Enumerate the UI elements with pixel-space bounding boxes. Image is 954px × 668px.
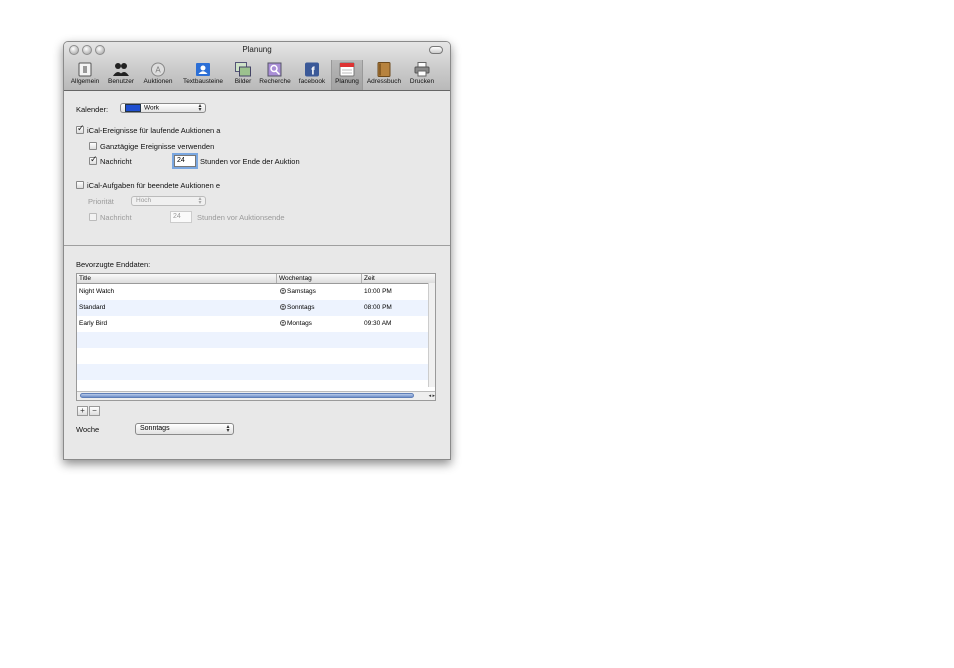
priority-popup[interactable]: Hoch ▴ ▾ <box>131 196 206 206</box>
table-row[interactable]: Standard ± Sonntags 08:00 PM <box>77 300 431 316</box>
priority-popup-value: Hoch <box>136 197 152 204</box>
search-icon <box>267 62 282 77</box>
auction-icon: A <box>151 62 165 77</box>
ical-events-checkbox[interactable]: ✓ <box>76 123 85 134</box>
add-row-button[interactable]: + <box>77 406 88 416</box>
printer-icon <box>414 62 430 77</box>
switch-icon <box>78 62 92 77</box>
toolbar-item-allgemein[interactable]: Allgemein <box>67 60 103 90</box>
table-row-empty <box>77 364 431 380</box>
table-row[interactable]: Early Bird ± Montags 09:30 AM <box>77 316 431 332</box>
svg-text:f: f <box>311 66 315 78</box>
horizontal-scroll-thumb[interactable] <box>80 393 414 398</box>
table-row-empty <box>77 332 431 348</box>
toolbar: Allgemein Benutzer A Auktionen Textbaust… <box>64 60 450 90</box>
enddates-table: Title Wochentag Zeit Night Watch ± Samsta… <box>76 273 436 401</box>
row-title: Standard <box>79 304 106 311</box>
calendar-popup[interactable]: Work ▴ ▾ <box>120 103 206 113</box>
row-weekday[interactable]: ± Samstags <box>280 284 316 300</box>
task-hours-field[interactable]: 24 <box>170 211 192 223</box>
task-hours-suffix: Stunden vor Auktionsende <box>197 213 285 222</box>
row-title: Early Bird <box>79 320 108 327</box>
preferred-enddates-label: Bevorzugte Enddaten: <box>76 260 151 269</box>
contact-card-icon <box>196 63 210 76</box>
task-notify-checkbox[interactable] <box>89 213 97 221</box>
table-header: Title Wochentag Zeit <box>77 274 435 284</box>
row-time: 08:00 PM <box>364 304 392 311</box>
event-notify-label: Nachricht <box>100 157 132 166</box>
allday-checkbox[interactable] <box>89 142 97 150</box>
ical-tasks-checkbox[interactable] <box>76 181 84 189</box>
preferences-window: Planung Allgemein Benutzer A Auktionen T… <box>63 41 451 460</box>
stepper-icon: ± <box>280 288 286 296</box>
table-row-empty <box>77 348 431 364</box>
row-weekday[interactable]: ± Sonntags <box>280 300 314 316</box>
ical-tasks-label: iCal-Aufgaben für beendete Auktionen e <box>87 181 221 190</box>
title-bar: Planung Allgemein Benutzer A Auktionen T… <box>64 42 450 91</box>
toolbar-item-drucken[interactable]: Drucken <box>406 60 438 90</box>
popup-arrows-icon: ▴ ▾ <box>226 424 230 434</box>
users-icon <box>113 63 129 76</box>
section-divider <box>64 245 450 246</box>
priority-label: Priorität <box>88 197 114 206</box>
stepper-icon: ± <box>280 320 286 328</box>
scroll-arrows-icon[interactable]: ◂ ▸ <box>429 392 435 400</box>
row-weekday[interactable]: ± Montags <box>280 316 312 332</box>
popup-arrows-icon: ▴ ▾ <box>198 103 202 113</box>
toolbar-item-bilder[interactable]: Bilder <box>230 60 256 90</box>
week-popup-value: Sonntags <box>140 425 170 432</box>
checkmark-icon: ✓ <box>77 123 85 133</box>
week-popup[interactable]: Sonntags ▴ ▾ <box>135 423 234 435</box>
toolbar-item-auktionen[interactable]: A Auktionen <box>140 60 176 90</box>
toolbar-item-benutzer[interactable]: Benutzer <box>104 60 138 90</box>
remove-row-button[interactable]: − <box>89 406 100 416</box>
table-row[interactable]: Night Watch ± Samstags 10:00 PM <box>77 284 431 300</box>
horizontal-scrollbar[interactable]: ◂ ▸ <box>77 391 435 400</box>
event-hours-suffix: Stunden vor Ende der Auktion <box>200 157 300 166</box>
row-title: Night Watch <box>79 288 115 295</box>
popup-arrows-icon: ▴ ▾ <box>198 196 202 206</box>
toolbar-item-adressbuch[interactable]: Adressbuch <box>364 60 404 90</box>
address-book-icon <box>377 62 391 77</box>
row-time: 09:30 AM <box>364 320 392 327</box>
facebook-icon: f <box>305 62 319 78</box>
checkmark-icon: ✓ <box>90 154 98 164</box>
column-header-time[interactable]: Zeit <box>362 274 435 283</box>
allday-label: Ganztägige Ereignisse verwenden <box>100 142 215 151</box>
window-title: Planung <box>242 45 272 54</box>
stepper-icon: ± <box>280 304 286 312</box>
vertical-scrollbar[interactable] <box>428 283 435 387</box>
calendar-color-swatch <box>125 104 141 112</box>
column-header-title[interactable]: Title <box>77 274 277 283</box>
event-hours-field[interactable]: 24 <box>174 155 196 167</box>
toolbar-item-textbausteine[interactable]: Textbausteine <box>178 60 228 90</box>
toolbar-item-recherche[interactable]: Recherche <box>257 60 293 90</box>
images-icon <box>235 62 251 77</box>
row-time: 10:00 PM <box>364 288 392 295</box>
calendar-popup-value: Work <box>144 104 160 112</box>
event-notify-checkbox[interactable]: ✓ <box>89 154 98 165</box>
svg-text:A: A <box>155 66 161 75</box>
toolbar-item-facebook[interactable]: f facebook <box>295 60 329 90</box>
calendar-label: Kalender: <box>76 105 109 114</box>
week-label: Woche <box>76 425 100 434</box>
toolbar-item-planung[interactable]: Planung <box>331 60 363 90</box>
task-notify-label: Nachricht <box>100 213 132 222</box>
calendar-icon <box>339 62 355 77</box>
column-header-weekday[interactable]: Wochentag <box>277 274 362 283</box>
ical-events-label: iCal-Ereignisse für laufende Auktionen a <box>87 126 221 135</box>
toolbar-toggle-button[interactable] <box>429 46 443 54</box>
